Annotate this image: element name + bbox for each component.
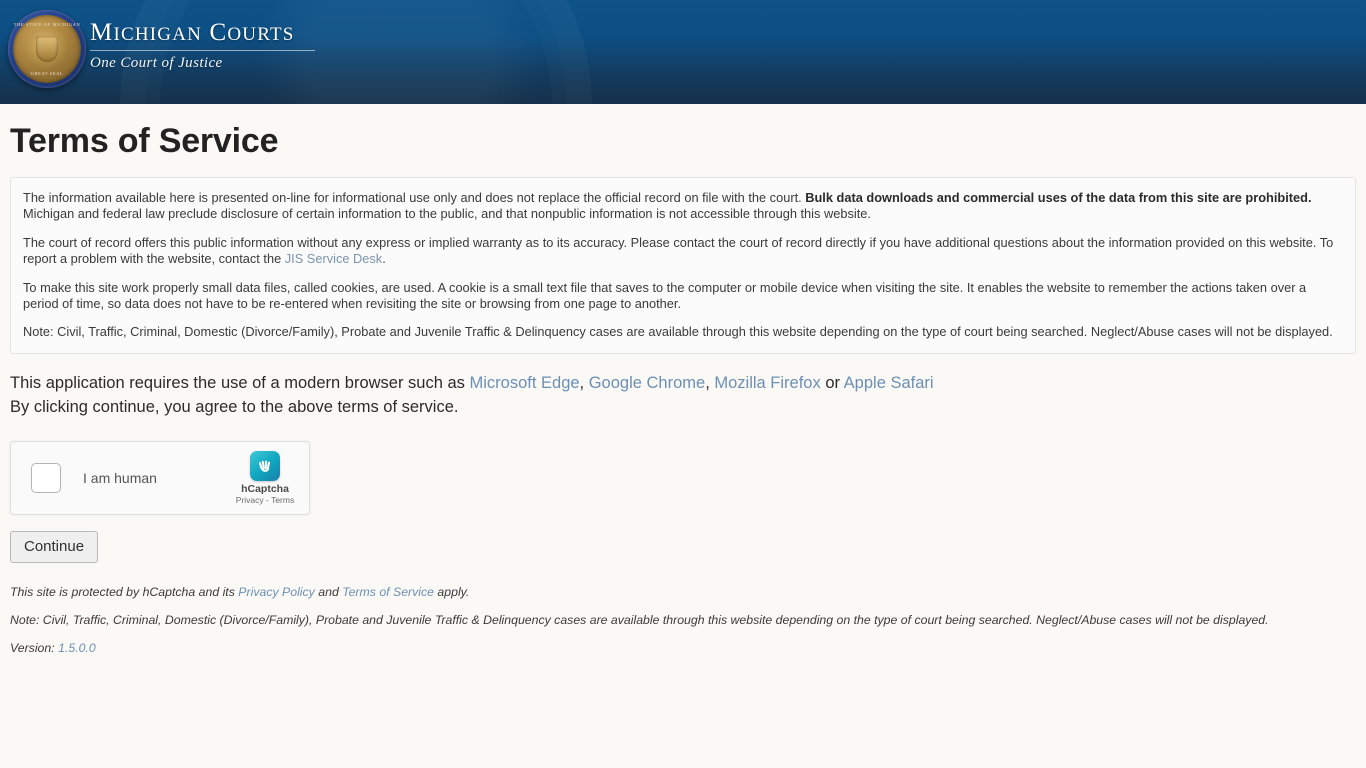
wordmark-ichigan: ICHIGAN	[113, 24, 203, 45]
tos-paragraph-3: To make this site work properly small da…	[23, 279, 1307, 311]
site-header-banner: THE STATE OF MICHIGAN GREAT SEAL MICHIGA…	[0, 0, 1366, 104]
browser-intro-text: This application requires the use of a m…	[10, 373, 470, 392]
tos-p2-text-b: .	[382, 251, 386, 267]
wordmark-divider	[90, 50, 315, 51]
seal-text-bottom: GREAT SEAL	[30, 71, 64, 76]
tos-p2-text-a: The court of record offers this public i…	[23, 234, 1334, 267]
version-label: Version:	[10, 640, 59, 655]
google-chrome-link[interactable]: Google Chrome	[589, 374, 705, 392]
hcaptcha-branding: hCaptcha Privacy - Terms	[227, 451, 303, 505]
tos-paragraph-2: The court of record offers this public i…	[23, 235, 1343, 268]
wordmark-m: M	[90, 19, 114, 46]
hcaptcha-protection-notice: This site is protected by hCaptcha and i…	[10, 585, 1356, 600]
terms-of-service-panel: The information available here is presen…	[10, 177, 1356, 354]
hcaptcha-logo-icon	[250, 451, 280, 482]
wordmark-title: MICHIGAN COURTS	[90, 20, 330, 45]
site-wordmark: MICHIGAN COURTS One Court of Justice	[90, 20, 330, 72]
apple-safari-link[interactable]: Apple Safari	[844, 374, 934, 392]
version-link[interactable]: 1.5.0.0	[58, 641, 96, 655]
wordmark-ourts: OURTS	[227, 24, 295, 45]
terms-of-service-link[interactable]: Terms of Service	[342, 585, 434, 599]
continue-button[interactable]: Continue	[10, 531, 99, 564]
browser-requirement-line: This application requires the use of a m…	[10, 372, 1356, 396]
footer-case-types-note: Note: Civil, Traffic, Criminal, Domestic…	[10, 613, 1269, 628]
main-content: Terms of Service The information availab…	[0, 122, 1366, 656]
tos-paragraph-4: Note: Civil, Traffic, Criminal, Domestic…	[23, 324, 1333, 340]
hcaptcha-widget[interactable]: I am human hCaptcha Privacy - Terms	[10, 441, 310, 516]
jis-service-desk-link[interactable]: JIS Service Desk	[285, 251, 382, 266]
michigan-state-seal-icon: THE STATE OF MICHIGAN GREAT SEAL	[8, 10, 86, 88]
tos-paragraph-1: The information available here is presen…	[23, 190, 1343, 223]
protection-text-b: apply.	[434, 585, 470, 600]
tos-p1-text-b: Michigan and federal law preclude disclo…	[23, 206, 871, 222]
hcaptcha-checkbox-label: I am human	[83, 470, 157, 487]
wordmark-subtitle: One Court of Justice	[90, 55, 223, 71]
wordmark-c: C	[209, 19, 228, 46]
privacy-policy-link[interactable]: Privacy Policy	[238, 585, 315, 599]
page-title: Terms of Service	[10, 122, 279, 160]
seal-outer-ring: THE STATE OF MICHIGAN GREAT SEAL	[13, 15, 81, 83]
agree-terms-line: By clicking continue, you agree to the a…	[10, 397, 459, 416]
hcaptcha-checkbox[interactable]	[31, 463, 61, 494]
footer-version-line: Version: 1.5.0.0	[10, 641, 1356, 656]
browser-sep-2: ,	[705, 373, 715, 392]
tos-p1-text-a: The information available here is presen…	[23, 190, 806, 205]
seal-inner-disc	[25, 27, 69, 71]
hcaptcha-brand-name: hCaptcha	[241, 483, 289, 496]
browser-sep-3: or	[820, 373, 844, 392]
mozilla-firefox-link[interactable]: Mozilla Firefox	[714, 374, 820, 392]
tos-p1-bold: Bulk data downloads and commercial uses …	[805, 190, 1312, 205]
seal-shield-icon	[36, 36, 58, 62]
hcaptcha-privacy-terms[interactable]: Privacy - Terms	[227, 495, 303, 505]
protection-text-a: This site is protected by hCaptcha and i…	[10, 585, 239, 600]
browser-sep-1: ,	[579, 373, 589, 392]
page-footer: This site is protected by hCaptcha and i…	[10, 585, 1356, 655]
microsoft-edge-link[interactable]: Microsoft Edge	[470, 374, 580, 392]
protection-text-mid: and	[314, 585, 343, 600]
